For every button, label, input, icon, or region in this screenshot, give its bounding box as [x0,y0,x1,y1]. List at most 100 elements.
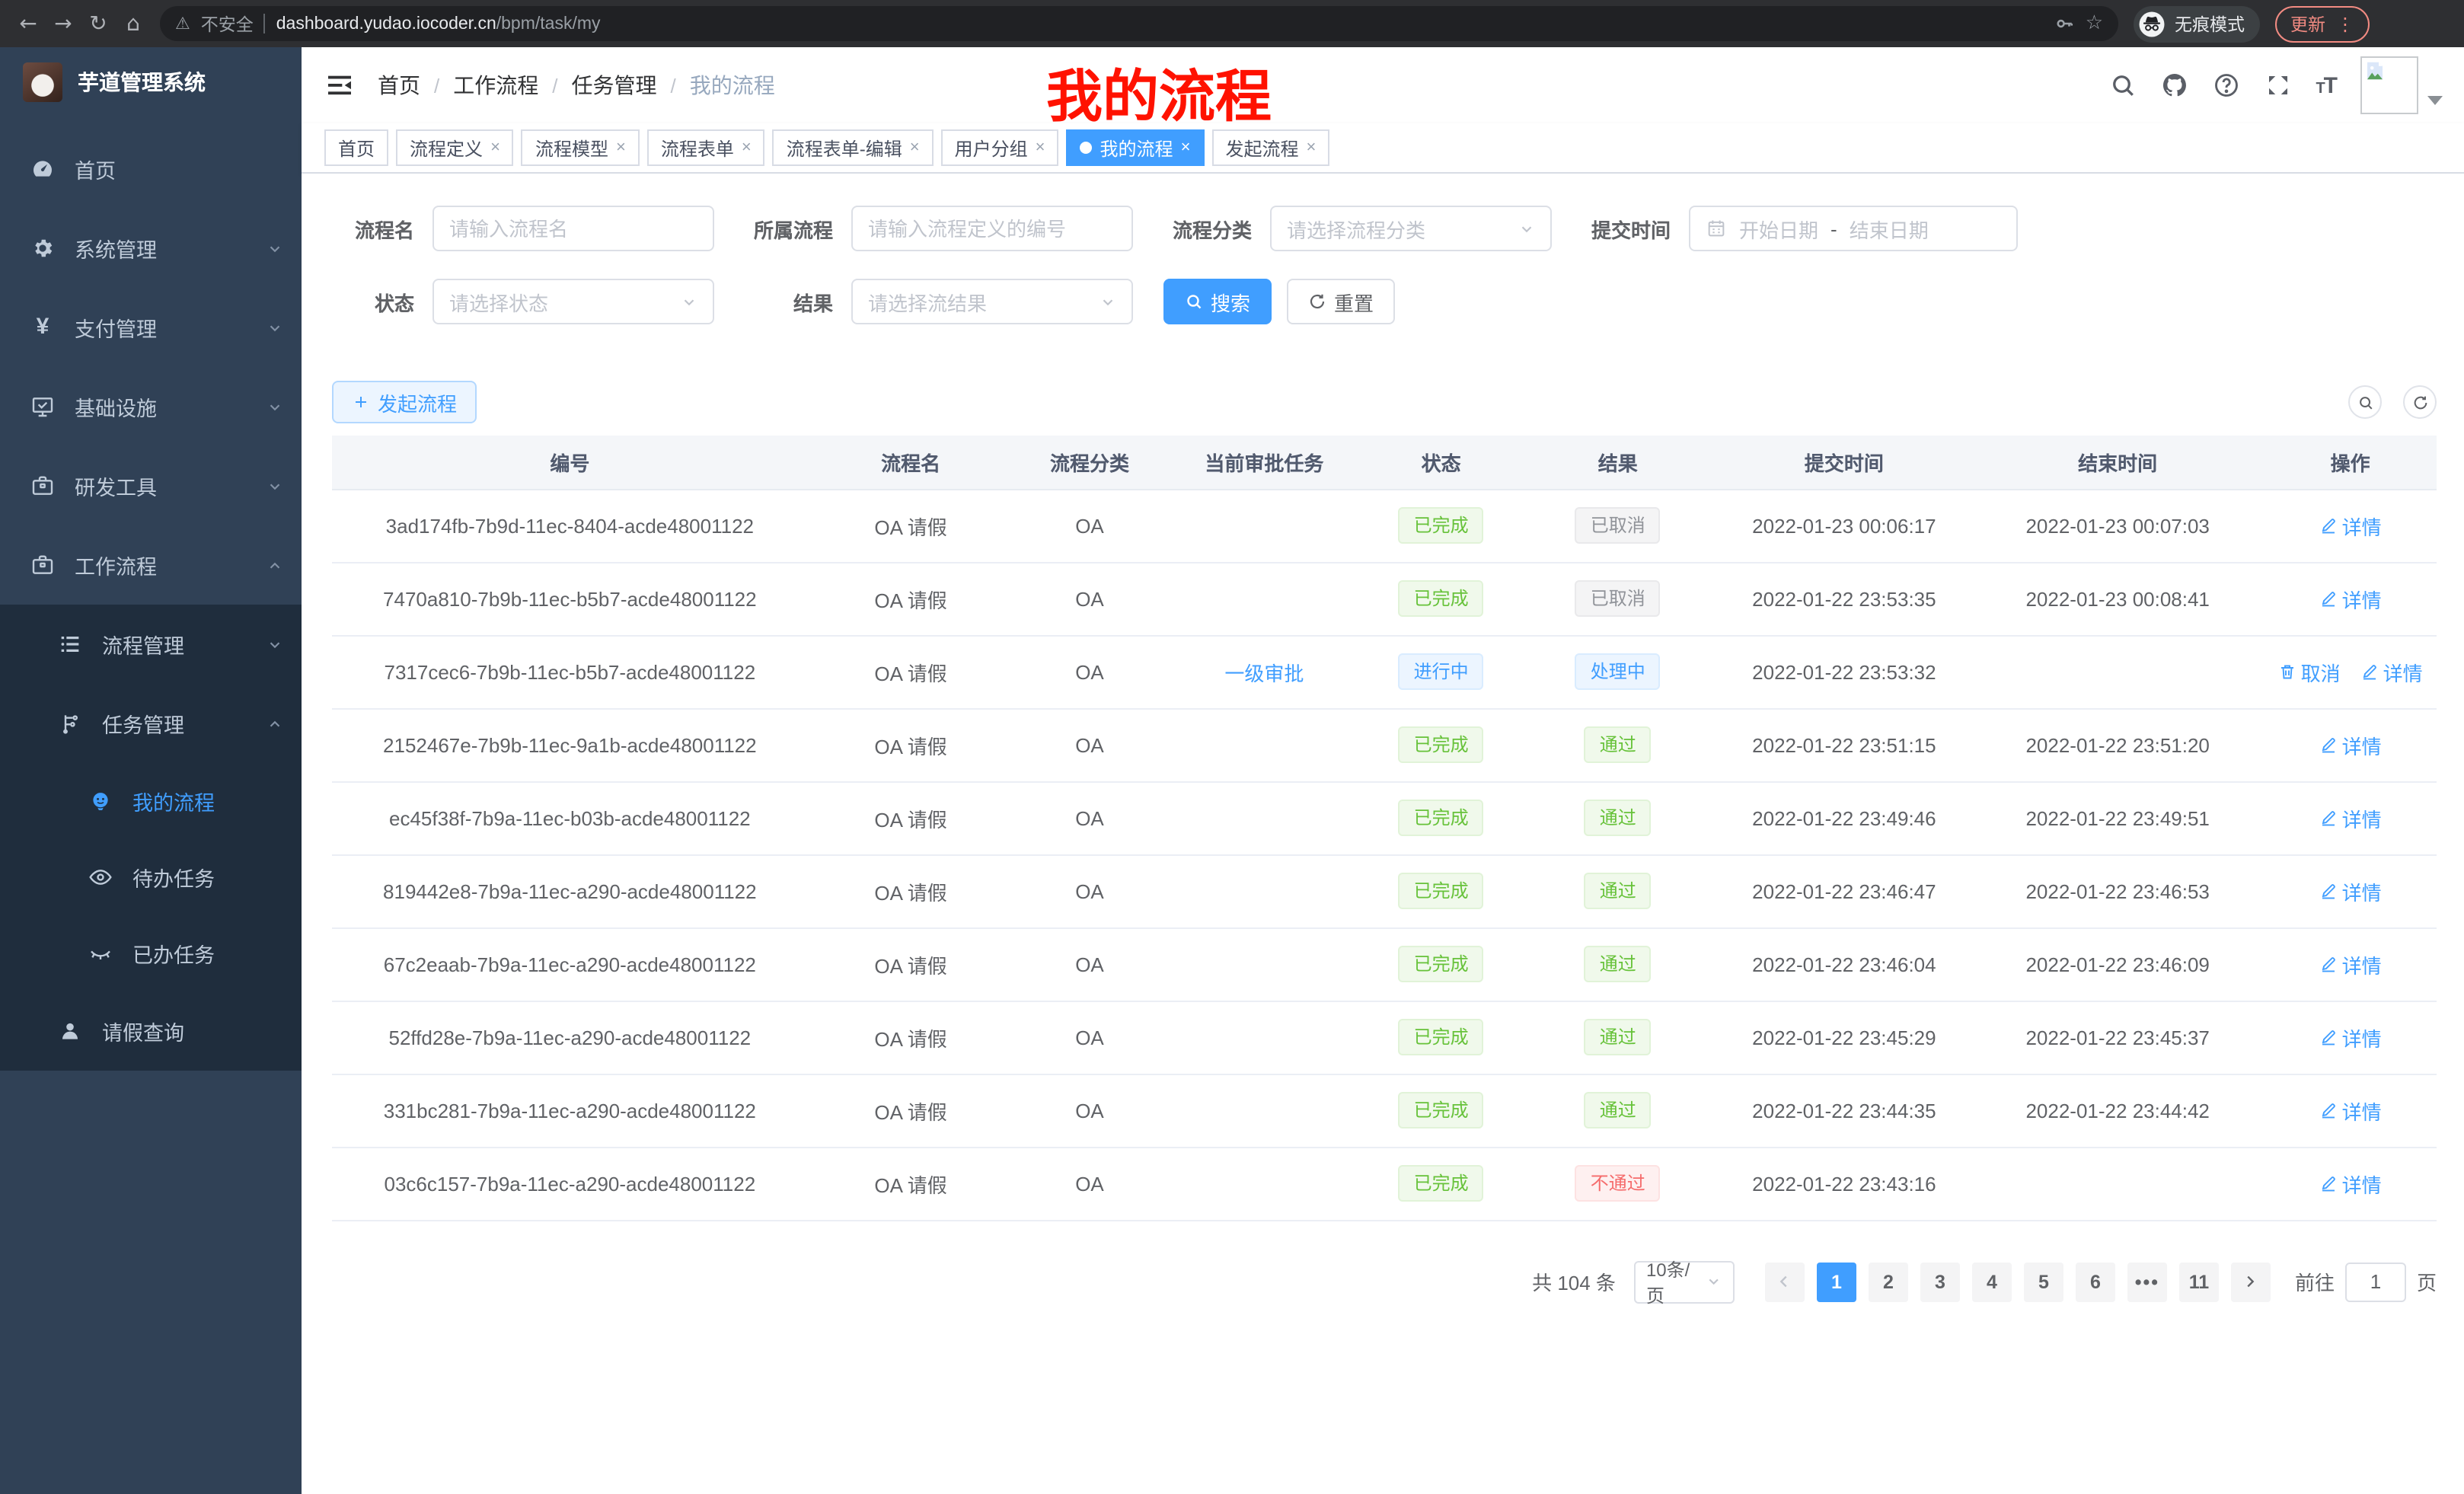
action-detail-link[interactable]: 详情 [2319,1169,2382,1198]
browser-menu-icon[interactable]: ⋮ [2336,13,2354,34]
current-task-link[interactable]: 一级审批 [1224,657,1304,686]
refresh-icon [2411,394,2428,410]
tab-my-process[interactable]: 我的流程× [1067,129,1205,166]
address-bar[interactable]: ⚠ 不安全 dashboard.yudao.iocoder.cn/bpm/tas… [160,6,2118,41]
prev-page-button[interactable] [1765,1262,1805,1301]
sidebar-item-task-mgmt[interactable]: 任务管理 [0,684,302,763]
plus-icon [352,393,370,411]
sidebar-item-infra[interactable]: 基础设施 [0,367,302,446]
action-detail-link[interactable]: 详情 [2319,584,2382,613]
close-icon[interactable]: × [1036,139,1045,157]
avatar-caret-icon[interactable] [2427,96,2443,105]
sidebar-item-system[interactable]: 系统管理 [0,209,302,288]
action-cancel-link[interactable]: 取消 [2278,657,2341,686]
tab-process-form-edit[interactable]: 流程表单-编辑× [773,129,934,166]
fullscreen-icon[interactable] [2264,72,2291,99]
browser-reload-icon[interactable]: ↻ [82,11,114,36]
sidebar-item-leave-query[interactable]: 请假查询 [0,991,302,1071]
toggle-search-button[interactable] [2348,385,2382,419]
search-button[interactable]: 搜索 [1163,279,1272,324]
sidebar-item-workflow[interactable]: 工作流程 [0,525,302,605]
active-dot-icon [1080,142,1093,154]
status-badge: 已完成 [1399,1165,1484,1202]
submit-time-range-picker[interactable]: 开始日期 - 结束日期 [1689,206,2018,251]
monitor-icon [30,394,55,419]
cell-result: 处理中 [1519,635,1717,708]
tab-process-model[interactable]: 流程模型× [522,129,640,166]
tab-user-group[interactable]: 用户分组× [941,129,1059,166]
process-name-input[interactable] [432,206,714,251]
page-button-1[interactable]: 1 [1817,1262,1856,1301]
sidebar-item-process-mgmt[interactable]: 流程管理 [0,605,302,684]
sidebar-item-payment[interactable]: ¥支付管理 [0,288,302,367]
result-select[interactable]: 请选择流结果 [851,279,1133,324]
tab-start-process[interactable]: 发起流程× [1211,129,1329,166]
page-button-4[interactable]: 4 [1972,1262,2012,1301]
help-icon[interactable] [2212,72,2239,99]
more-pages-button[interactable]: ••• [2127,1262,2167,1301]
cell-actions: 取消详情 [2264,635,2437,708]
sidebar-item-devtools[interactable]: 研发工具 [0,446,302,525]
search-icon[interactable] [2108,72,2136,99]
sidebar-item-done-tasks[interactable]: 已办任务 [0,915,302,991]
column-header: 编号 [332,436,808,489]
cell-submit-time: 2022-01-22 23:53:32 [1717,635,1971,708]
action-detail-link[interactable]: 详情 [2319,950,2382,978]
action-detail-link[interactable]: 详情 [2360,657,2423,686]
page-jump-input[interactable] [2345,1262,2406,1301]
breadcrumb-item[interactable]: 工作流程 [453,70,538,101]
action-detail-link[interactable]: 详情 [2319,511,2382,540]
breadcrumb-item[interactable]: 任务管理 [572,70,657,101]
tab-process-definition[interactable]: 流程定义× [396,129,514,166]
close-icon[interactable]: × [1306,139,1316,157]
password-key-icon[interactable] [2055,14,2075,34]
tab-process-form[interactable]: 流程表单× [647,129,765,166]
browser-update-button[interactable]: 更新 ⋮ [2275,5,2370,42]
refresh-table-button[interactable] [2403,385,2437,419]
parent-process-input[interactable] [851,206,1133,251]
close-icon[interactable]: × [490,139,500,157]
close-icon[interactable]: × [1181,139,1191,157]
menu-label: 研发工具 [75,471,267,501]
reset-button[interactable]: 重置 [1287,279,1395,324]
update-label: 更新 [2290,11,2325,36]
user-avatar[interactable] [2360,56,2443,114]
status-select[interactable]: 请选择状态 [432,279,714,324]
bookmark-star-icon[interactable]: ☆ [2086,12,2103,35]
browser-home-icon[interactable]: ⌂ [117,11,149,36]
close-icon[interactable]: × [910,139,920,157]
menu-label: 任务管理 [102,708,267,739]
page-button-11[interactable]: 11 [2179,1262,2219,1301]
page-button-6[interactable]: 6 [2076,1262,2115,1301]
next-page-button[interactable] [2231,1262,2271,1301]
github-icon[interactable] [2160,72,2188,99]
sidebar-item-home[interactable]: 首页 [0,129,302,209]
action-detail-link[interactable]: 详情 [2319,803,2382,832]
close-icon[interactable]: × [616,139,626,157]
font-size-icon[interactable]: TT [2316,72,2336,98]
create-process-button[interactable]: 发起流程 [332,381,477,423]
table-header-row: 编号流程名流程分类当前审批任务状态结果提交时间结束时间操作 [332,436,2437,489]
column-header: 当前审批任务 [1166,436,1364,489]
browser-back-icon[interactable]: ← [12,11,44,36]
sidebar-item-todo-tasks[interactable]: 待办任务 [0,839,302,915]
browser-forward-icon[interactable]: → [47,11,79,36]
app-logo[interactable]: 芋道管理系统 [0,47,302,117]
breadcrumb-item[interactable]: 首页 [378,70,420,101]
hamburger-icon[interactable] [324,70,355,101]
page-button-5[interactable]: 5 [2024,1262,2063,1301]
action-detail-link[interactable]: 详情 [2319,1096,2382,1125]
page-button-2[interactable]: 2 [1869,1262,1908,1301]
tab-label: 首页 [338,135,375,161]
action-detail-link[interactable]: 详情 [2319,730,2382,759]
column-header: 结果 [1519,436,1717,489]
page-size-select[interactable]: 10条/页 [1634,1260,1735,1303]
sidebar-item-my-process[interactable]: 我的流程 [0,763,302,839]
category-select[interactable]: 请选择流程分类 [1270,206,1552,251]
action-detail-link[interactable]: 详情 [2319,1023,2382,1052]
cell-category: OA [1014,489,1166,562]
page-button-3[interactable]: 3 [1920,1262,1960,1301]
close-icon[interactable]: × [742,139,752,157]
action-detail-link[interactable]: 详情 [2319,876,2382,905]
tab-home[interactable]: 首页 [324,129,388,166]
